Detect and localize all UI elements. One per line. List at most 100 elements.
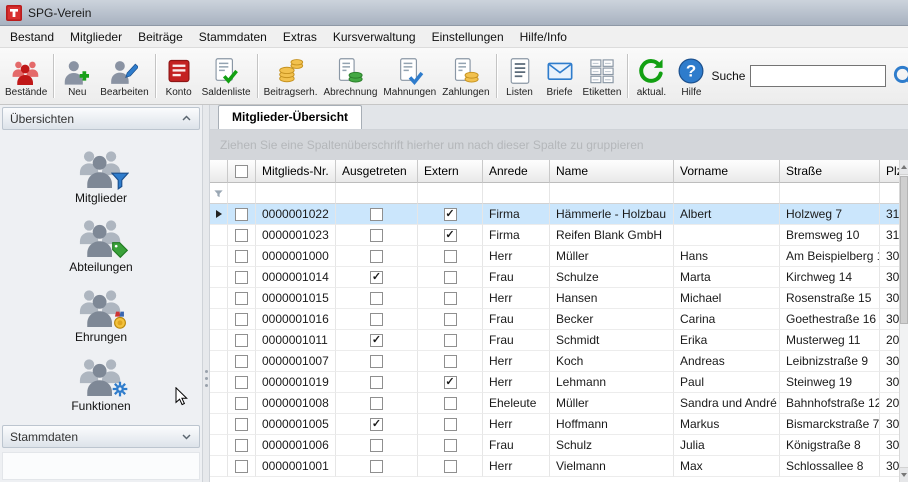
- extern-checkbox[interactable]: [444, 460, 457, 473]
- sidebar-item-funktionen[interactable]: Funktionen: [71, 352, 130, 413]
- ausgetreten-checkbox[interactable]: [370, 355, 383, 368]
- extern-checkbox[interactable]: [444, 313, 457, 326]
- row-select-checkbox[interactable]: [235, 418, 248, 431]
- toolbar-button-briefe[interactable]: Briefe: [540, 50, 580, 102]
- toolbar-button-saldenliste[interactable]: Saldenliste: [199, 50, 254, 102]
- extern-checkbox[interactable]: [444, 334, 457, 347]
- ausgetreten-checkbox[interactable]: [370, 292, 383, 305]
- table-row[interactable]: 0000001015HerrHansenMichaelRosenstraße 1…: [210, 288, 899, 309]
- filter-cell[interactable]: [256, 183, 336, 204]
- ausgetreten-checkbox[interactable]: [370, 250, 383, 263]
- toolbar-button-listen[interactable]: Listen: [500, 50, 540, 102]
- column-header-extern[interactable]: Extern: [418, 160, 483, 183]
- toolbar-button-mahnungen[interactable]: Mahnungen: [380, 50, 439, 102]
- cell-extern[interactable]: [418, 351, 483, 372]
- row-select-cell[interactable]: [228, 267, 256, 288]
- row-select-cell[interactable]: [228, 225, 256, 246]
- row-select-checkbox[interactable]: [235, 334, 248, 347]
- splitter[interactable]: [203, 105, 210, 482]
- ausgetreten-checkbox[interactable]: ✓: [370, 271, 383, 284]
- cell-extern[interactable]: [418, 393, 483, 414]
- ausgetreten-checkbox[interactable]: [370, 460, 383, 473]
- scroll-up-button[interactable]: [900, 160, 908, 175]
- group-by-bar[interactable]: Ziehen Sie eine Spaltenüberschrift hierh…: [210, 130, 908, 160]
- table-row[interactable]: 0000001019✓HerrLehmannPaulSteinweg 19301…: [210, 372, 899, 393]
- table-row[interactable]: 0000001023✓FirmaReifen Blank GmbHBremswe…: [210, 225, 899, 246]
- filter-cell[interactable]: [780, 183, 880, 204]
- row-select-cell[interactable]: [228, 414, 256, 435]
- row-select-checkbox[interactable]: [235, 250, 248, 263]
- row-select-cell[interactable]: [228, 246, 256, 267]
- menu-item-einstellungen[interactable]: Einstellungen: [424, 27, 512, 47]
- cell-ausgetreten[interactable]: ✓: [336, 267, 418, 288]
- extern-checkbox[interactable]: [444, 271, 457, 284]
- table-row[interactable]: 0000001005✓HerrHoffmannMarkusBismarckstr…: [210, 414, 899, 435]
- toolbar-button-abrechnung[interactable]: Abrechnung: [320, 50, 380, 102]
- toolbar-button-neu[interactable]: Neu: [57, 50, 97, 102]
- table-row[interactable]: 0000001000HerrMüllerHansAm Beispielberg …: [210, 246, 899, 267]
- column-header-ausgetreten[interactable]: Ausgetreten: [336, 160, 418, 183]
- table-row[interactable]: 0000001006FrauSchulzJuliaKönigstraße 830…: [210, 435, 899, 456]
- menu-item-mitglieder[interactable]: Mitglieder: [62, 27, 130, 47]
- cell-ausgetreten[interactable]: ✓: [336, 414, 418, 435]
- ausgetreten-checkbox[interactable]: ✓: [370, 334, 383, 347]
- sidebar-item-abteilungen[interactable]: Abteilungen: [69, 213, 132, 274]
- extern-checkbox[interactable]: [444, 250, 457, 263]
- ausgetreten-checkbox[interactable]: ✓: [370, 418, 383, 431]
- menu-item-beitraege[interactable]: Beiträge: [130, 27, 191, 47]
- select-all-checkbox[interactable]: [235, 165, 248, 178]
- column-header-name[interactable]: Name: [550, 160, 674, 183]
- filter-cell[interactable]: [336, 183, 418, 204]
- table-row[interactable]: 0000001001HerrVielmannMaxSchlossallee 83…: [210, 456, 899, 477]
- cell-extern[interactable]: [418, 288, 483, 309]
- cell-extern[interactable]: [418, 330, 483, 351]
- row-select-cell[interactable]: [228, 372, 256, 393]
- sidebar-item-ehrungen[interactable]: Ehrungen: [75, 283, 127, 344]
- row-select-checkbox[interactable]: [235, 313, 248, 326]
- cell-ausgetreten[interactable]: [336, 393, 418, 414]
- menu-item-kursverwaltung[interactable]: Kursverwaltung: [325, 27, 424, 47]
- sidebar-section-stammdaten[interactable]: Stammdaten: [2, 425, 200, 448]
- menu-item-bestand[interactable]: Bestand: [2, 27, 62, 47]
- table-row[interactable]: 0000001011✓FrauSchmidtErikaMusterweg 112…: [210, 330, 899, 351]
- table-row[interactable]: 0000001022✓FirmaHämmerle - HolzbauAlbert…: [210, 204, 899, 225]
- cell-extern[interactable]: [418, 246, 483, 267]
- cell-extern[interactable]: [418, 435, 483, 456]
- row-select-cell[interactable]: [228, 435, 256, 456]
- extern-checkbox[interactable]: [444, 355, 457, 368]
- cell-ausgetreten[interactable]: [336, 225, 418, 246]
- filter-cell[interactable]: [483, 183, 550, 204]
- menu-item-hilfe-info[interactable]: Hilfe/Info: [512, 27, 575, 47]
- column-header-strasse[interactable]: Straße: [780, 160, 880, 183]
- search-icon[interactable]: [891, 63, 908, 90]
- menu-item-extras[interactable]: Extras: [275, 27, 325, 47]
- filter-cell[interactable]: [550, 183, 674, 204]
- toolbar-button-hilfe[interactable]: ?Hilfe: [671, 50, 711, 102]
- cell-ausgetreten[interactable]: [336, 288, 418, 309]
- cell-extern[interactable]: [418, 309, 483, 330]
- column-header-anrede[interactable]: Anrede: [483, 160, 550, 183]
- column-header-vorname[interactable]: Vorname: [674, 160, 780, 183]
- cell-extern[interactable]: ✓: [418, 372, 483, 393]
- search-input[interactable]: [750, 65, 886, 87]
- sidebar-item-mitglieder[interactable]: Mitglieder: [75, 144, 127, 205]
- ausgetreten-checkbox[interactable]: [370, 313, 383, 326]
- menu-item-stammdaten[interactable]: Stammdaten: [191, 27, 275, 47]
- cell-ausgetreten[interactable]: [336, 351, 418, 372]
- scroll-down-button[interactable]: [900, 467, 908, 482]
- cell-extern[interactable]: ✓: [418, 225, 483, 246]
- toolbar-button-aktual[interactable]: aktual.: [631, 50, 671, 102]
- table-row[interactable]: 0000001016FrauBeckerCarinaGoethestraße 1…: [210, 309, 899, 330]
- row-select-checkbox[interactable]: [235, 355, 248, 368]
- row-select-cell[interactable]: [228, 204, 256, 225]
- row-select-checkbox[interactable]: [235, 271, 248, 284]
- vertical-scrollbar[interactable]: [899, 160, 908, 482]
- row-select-cell[interactable]: [228, 288, 256, 309]
- toolbar-button-zahlungen[interactable]: Zahlungen: [439, 50, 492, 102]
- row-select-checkbox[interactable]: [235, 208, 248, 221]
- row-select-cell[interactable]: [228, 309, 256, 330]
- ausgetreten-checkbox[interactable]: [370, 397, 383, 410]
- ausgetreten-checkbox[interactable]: [370, 208, 383, 221]
- toolbar-button-bestaende[interactable]: Bestände: [2, 50, 50, 102]
- extern-checkbox[interactable]: [444, 418, 457, 431]
